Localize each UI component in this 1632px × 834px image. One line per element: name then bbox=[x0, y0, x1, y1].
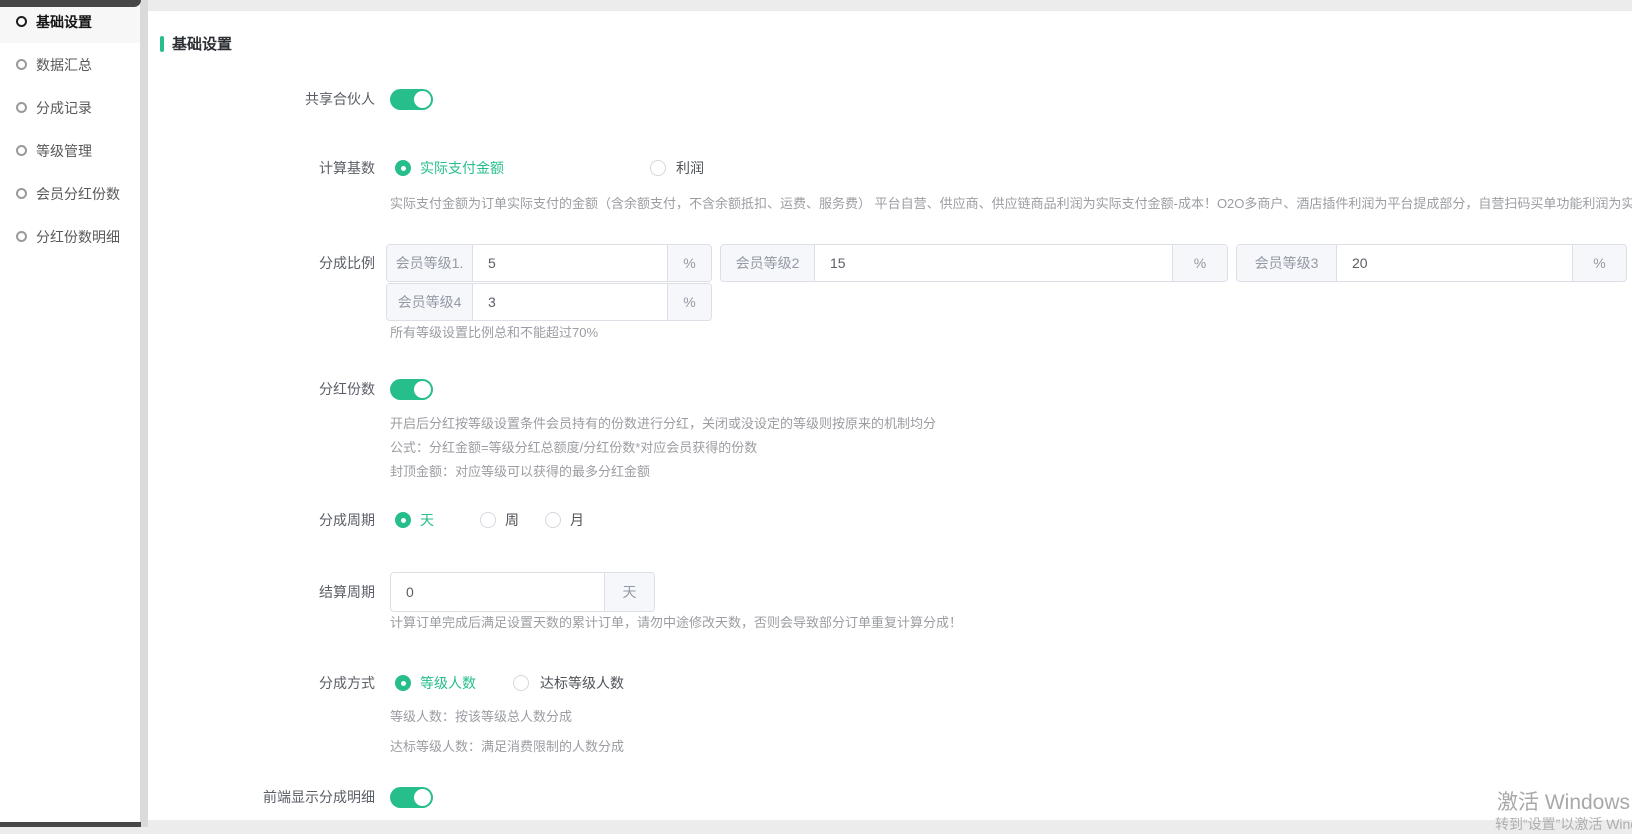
ratio-prepend-label: 会员等级3 bbox=[1237, 245, 1337, 281]
ratio-input-level4[interactable] bbox=[473, 284, 667, 320]
mode-radio-level-count[interactable] bbox=[395, 675, 411, 691]
percent-suffix: % bbox=[667, 284, 711, 320]
calc-base-option-label[interactable]: 利润 bbox=[676, 159, 704, 177]
dividend-help-line: 开启后分红按等级设置条件会员持有的份数进行分红，关闭或没设定的等级则按原来的机制… bbox=[390, 416, 936, 432]
sidebar-item-share-records[interactable]: 分成记录 bbox=[0, 86, 140, 129]
field-label: 共享合伙人 bbox=[148, 89, 375, 110]
window-edge-bottom bbox=[0, 822, 141, 827]
sidebar-item-dividend-share-details[interactable]: 分红份数明细 bbox=[0, 215, 140, 258]
page-title-text: 基础设置 bbox=[172, 33, 232, 54]
panel-divider bbox=[140, 0, 148, 827]
ratio-input-level1[interactable] bbox=[473, 245, 667, 281]
calc-base-radio-profit[interactable] bbox=[650, 160, 666, 176]
cycle-option-label[interactable]: 周 bbox=[505, 511, 519, 529]
content-panel: 基础设置 共享合伙人 计算基数 实际支付金额 利润 实际支付金额为订单实际支付的… bbox=[148, 10, 1632, 820]
circle-icon bbox=[16, 16, 27, 27]
mode-radio-qualified-count[interactable] bbox=[513, 675, 529, 691]
cycle-radio-week[interactable] bbox=[480, 512, 496, 528]
cycle-option-label[interactable]: 月 bbox=[570, 511, 584, 529]
field-label: 结算周期 bbox=[148, 572, 375, 612]
field-label: 分成方式 bbox=[148, 674, 375, 692]
form-row-mode: 分成方式 等级人数 达标等级人数 bbox=[148, 674, 1632, 692]
settle-cycle-help-text: 计算订单完成后满足设置天数的累计订单，请勿中途修改天数，否则会导致部分订单重复计… bbox=[390, 615, 962, 631]
mode-help-line: 达标等级人数：满足消费限制的人数分成 bbox=[390, 739, 624, 755]
ratio-help-text: 所有等级设置比例总和不能超过70% bbox=[390, 325, 598, 341]
settle-cycle-input[interactable] bbox=[391, 573, 604, 611]
ratio-input-level3[interactable] bbox=[1337, 245, 1572, 281]
field-label: 前端显示分成明细 bbox=[148, 787, 375, 808]
circle-icon bbox=[16, 59, 27, 70]
title-accent-bar-icon bbox=[160, 36, 164, 52]
dividend-shares-toggle[interactable] bbox=[390, 379, 433, 400]
cycle-option-label[interactable]: 天 bbox=[420, 511, 434, 529]
sidebar-item-label: 基础设置 bbox=[36, 12, 92, 32]
percent-suffix: % bbox=[1572, 245, 1626, 281]
sidebar-item-level-management[interactable]: 等级管理 bbox=[0, 129, 140, 172]
circle-icon bbox=[16, 188, 27, 199]
page-title: 基础设置 bbox=[160, 33, 232, 54]
sidebar-item-label: 会员分红份数 bbox=[36, 184, 120, 204]
percent-suffix: % bbox=[667, 245, 711, 281]
sidebar-item-label: 分红份数明细 bbox=[36, 227, 120, 247]
ratio-prepend-label: 会员等级1. bbox=[387, 245, 473, 281]
sidebar-item-label: 数据汇总 bbox=[36, 55, 92, 75]
form-row-calc-base: 计算基数 实际支付金额 利润 bbox=[148, 159, 1632, 177]
sidebar-item-data-summary[interactable]: 数据汇总 bbox=[0, 43, 140, 86]
circle-icon bbox=[16, 231, 27, 242]
field-label: 分红份数 bbox=[148, 379, 375, 400]
circle-icon bbox=[16, 145, 27, 156]
circle-icon bbox=[16, 102, 27, 113]
windows-activation-watermark: 激活 Windows bbox=[1497, 786, 1630, 816]
share-partner-toggle[interactable] bbox=[390, 89, 433, 110]
day-unit-suffix: 天 bbox=[604, 573, 654, 611]
dividend-help-line: 公式：分红金额=等级分红总额度/分红份数*对应会员获得的份数 bbox=[390, 440, 757, 456]
sidebar-item-member-dividend-shares[interactable]: 会员分红份数 bbox=[0, 172, 140, 215]
settle-cycle-group: 天 bbox=[390, 572, 655, 612]
front-display-toggle[interactable] bbox=[390, 787, 433, 808]
mode-help-line: 等级人数：按该等级总人数分成 bbox=[390, 709, 572, 725]
field-label: 分成比例 bbox=[148, 244, 375, 282]
cycle-radio-month[interactable] bbox=[545, 512, 561, 528]
sidebar-item-label: 分成记录 bbox=[36, 98, 92, 118]
ratio-prepend-label: 会员等级2 bbox=[721, 245, 815, 281]
dividend-help-line: 封顶金额：对应等级可以获得的最多分红金额 bbox=[390, 464, 650, 480]
sidebar-item-label: 等级管理 bbox=[36, 141, 92, 161]
ratio-input-level2[interactable] bbox=[815, 245, 1172, 281]
cycle-radio-day[interactable] bbox=[395, 512, 411, 528]
form-row-cycle: 分成周期 天 周 月 bbox=[148, 511, 1632, 529]
ratio-group-level3: 会员等级3 % bbox=[1236, 244, 1627, 282]
mode-option-label[interactable]: 达标等级人数 bbox=[540, 674, 624, 692]
calc-base-option-label[interactable]: 实际支付金额 bbox=[420, 159, 504, 177]
ratio-group-level4: 会员等级4 % bbox=[386, 283, 712, 321]
mode-option-label[interactable]: 等级人数 bbox=[420, 674, 476, 692]
ratio-group-level2: 会员等级2 % bbox=[720, 244, 1228, 282]
ratio-prepend-label: 会员等级4 bbox=[387, 284, 473, 320]
ratio-group-level1: 会员等级1. % bbox=[386, 244, 712, 282]
calc-base-radio-actual-payment[interactable] bbox=[395, 160, 411, 176]
sidebar: 基础设置 数据汇总 分成记录 等级管理 会员分红份数 分红份数明细 bbox=[0, 0, 140, 827]
calc-base-help-text: 实际支付金额为订单实际支付的金额（含余额支付，不含余额抵扣、运费、服务费） 平台… bbox=[390, 196, 1632, 212]
percent-suffix: % bbox=[1172, 245, 1227, 281]
screen: 基础设置 数据汇总 分成记录 等级管理 会员分红份数 分红份数明细 基础设置 bbox=[0, 0, 1632, 827]
field-label: 计算基数 bbox=[148, 159, 375, 177]
field-label: 分成周期 bbox=[148, 511, 375, 529]
window-edge-top bbox=[0, 0, 141, 7]
windows-activation-watermark-sub: 转到“设置”以激活 Windows。 bbox=[1495, 814, 1632, 834]
